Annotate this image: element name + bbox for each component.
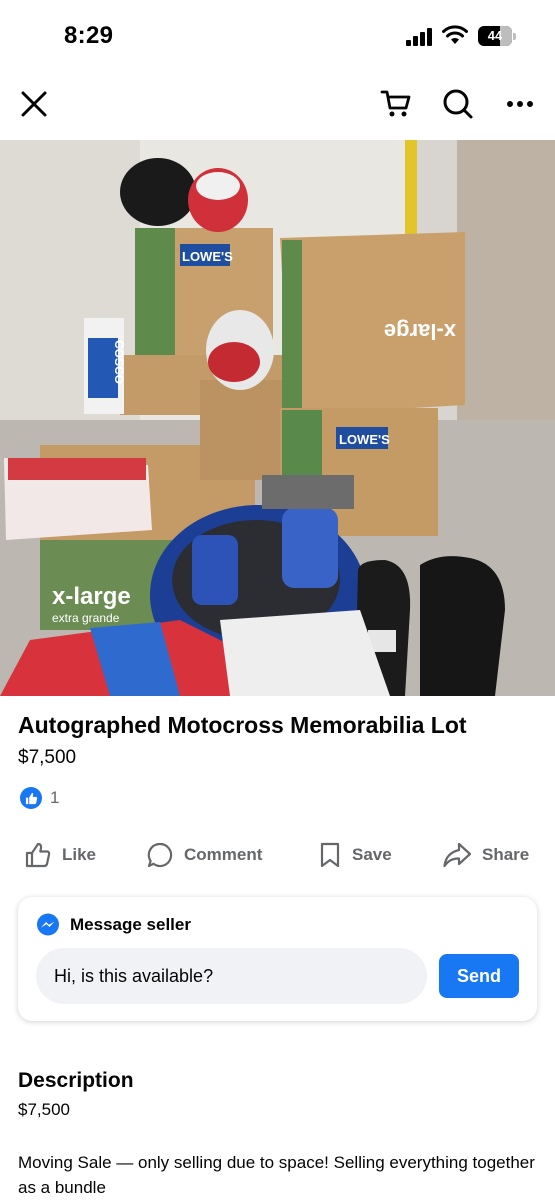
reactions-summary[interactable]: 1: [20, 786, 59, 810]
cellular-signal-icon: [406, 28, 432, 46]
top-nav: [0, 72, 555, 140]
share-button[interactable]: Share: [442, 832, 529, 878]
like-label: Like: [62, 845, 97, 864]
share-label: Share: [482, 845, 530, 864]
battery-level: 44: [487, 28, 503, 43]
message-seller-card: Message seller Send: [18, 897, 537, 1021]
status-time: 8:29: [64, 22, 114, 49]
cart-icon: [380, 90, 411, 117]
wifi-icon: [442, 25, 468, 44]
share-icon: [443, 842, 472, 868]
message-input[interactable]: [36, 948, 427, 1004]
box-cosco-label: COSCO: [112, 340, 126, 384]
action-bar: Like Comment Save Share: [0, 832, 555, 878]
like-reaction-icon: [20, 787, 42, 809]
message-seller-header: Message seller: [36, 913, 191, 937]
more-options-button[interactable]: [500, 84, 540, 124]
listing-price: $7,500: [18, 747, 77, 768]
description-price: $7,500: [18, 1100, 70, 1119]
description-body: Moving Sale — only selling due to space!…: [18, 1153, 535, 1197]
search-icon: [443, 89, 473, 119]
box-lowes-label: LOWE'S: [182, 249, 233, 264]
search-button[interactable]: [438, 84, 478, 124]
bookmark-icon: [320, 842, 340, 868]
comment-label: Comment: [184, 845, 263, 864]
status-bar: 8:29 44: [0, 0, 555, 72]
listing-photo-image: LOWE'S LOWE'S x-large extra grande x-lar…: [0, 140, 555, 696]
send-button[interactable]: Send: [439, 954, 519, 998]
like-icon: [25, 842, 51, 868]
listing-photo[interactable]: LOWE'S LOWE'S x-large extra grande x-lar…: [0, 140, 555, 696]
save-button[interactable]: Save: [318, 832, 392, 878]
box-xlarge-upside-down: x-large: [384, 319, 456, 344]
more-icon: [507, 101, 533, 107]
close-button[interactable]: [14, 84, 54, 124]
comment-icon: [147, 842, 173, 868]
description-heading: Description: [18, 1069, 134, 1092]
comment-button[interactable]: Comment: [146, 832, 262, 878]
box-xlarge-label: x-large: [52, 583, 131, 610]
reaction-count: 1: [50, 788, 60, 807]
battery-indicator: 44: [478, 26, 516, 46]
box-lowes-label-2: LOWE'S: [339, 432, 390, 447]
save-label: Save: [352, 845, 392, 864]
like-button[interactable]: Like: [24, 832, 96, 878]
close-icon: [21, 91, 47, 117]
box-extra-grande-label: extra grande: [52, 611, 120, 625]
cart-button[interactable]: [376, 84, 416, 124]
message-seller-heading: Message seller: [70, 915, 191, 934]
listing-title: Autographed Motocross Memorabilia Lot: [18, 712, 467, 738]
messenger-icon: [37, 913, 59, 936]
